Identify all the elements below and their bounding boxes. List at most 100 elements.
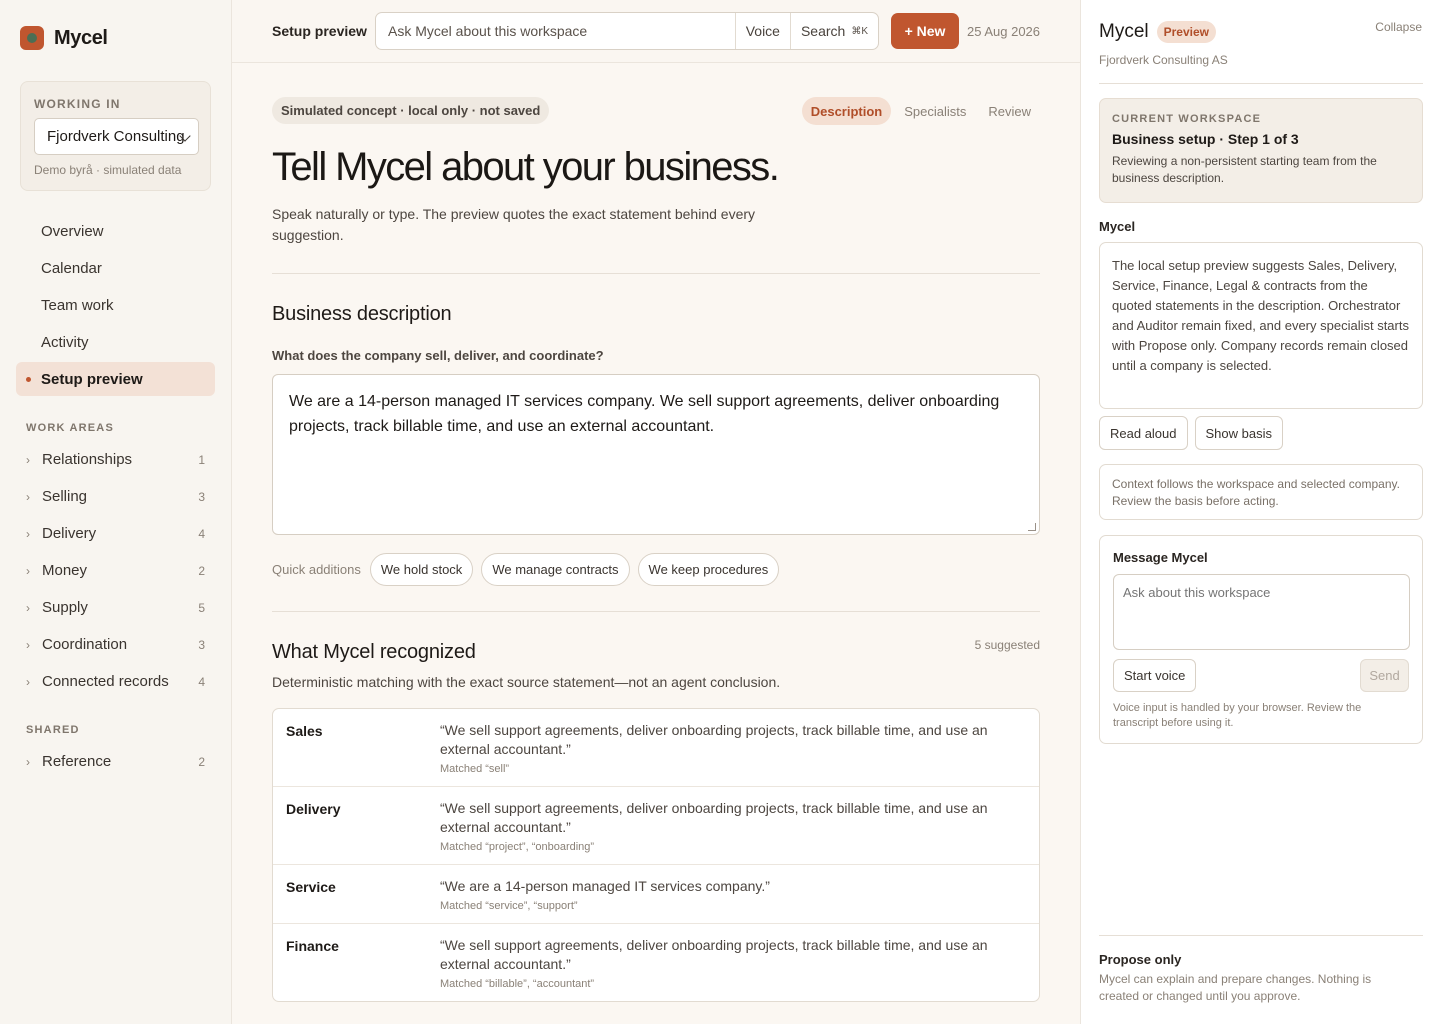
search-button-label: Search [800, 23, 846, 39]
row-match: Matched “billable”, “accountant” [440, 978, 595, 990]
chevron-right-icon: › [26, 490, 30, 504]
search-input[interactable] [376, 13, 735, 49]
nav-item-setup-preview[interactable]: Setup preview [16, 362, 215, 396]
nav-item-team-work[interactable]: Team work [16, 288, 215, 322]
assistant-message: The local setup preview suggests Sales, … [1099, 242, 1423, 409]
tab-description[interactable]: Description [801, 97, 892, 125]
work-area-supply[interactable]: › Supply 5 [16, 589, 215, 626]
business-description-title: Business description [272, 303, 452, 325]
nav-item-calendar[interactable]: Calendar [16, 251, 215, 285]
work-area-count: 4 [198, 675, 205, 689]
work-area-label: Money [42, 562, 88, 579]
panel-company: Fjordverk Consulting AS [1099, 53, 1228, 67]
quick-additions: Quick additions We hold stock We manage … [272, 553, 780, 586]
voice-button[interactable]: Voice [734, 13, 790, 49]
chevron-right-icon: › [26, 638, 30, 652]
work-area-money[interactable]: › Money 2 [16, 552, 215, 589]
table-row[interactable]: Finance “We sell support agreements, del… [273, 924, 1039, 1001]
row-quote: “We sell support agreements, deliver onb… [440, 722, 988, 757]
show-basis-button[interactable]: Show basis [1194, 416, 1283, 450]
message-actions: Read aloud Show basis [1099, 416, 1283, 450]
collapse-button[interactable]: Collapse [1375, 20, 1422, 34]
work-area-label: Supply [42, 599, 88, 616]
work-area-count: 3 [198, 490, 205, 504]
work-area-label: Delivery [42, 525, 97, 542]
work-area-connected-records[interactable]: › Connected records 4 [16, 663, 215, 700]
topbar: Setup preview Voice Search ⌘K + New 25 Au… [232, 0, 1080, 63]
tab-specialists[interactable]: Specialists [895, 97, 975, 125]
divider [1099, 83, 1423, 84]
row-specialist: Delivery [286, 801, 341, 817]
row-quote: “We sell support agreements, deliver onb… [440, 800, 988, 835]
brand-name: Mycel [54, 26, 108, 49]
chevron-right-icon: › [26, 564, 30, 578]
work-area-label: Relationships [42, 451, 133, 468]
chevron-right-icon: › [26, 453, 30, 467]
work-area-label: Coordination [42, 636, 128, 653]
main-content: Simulated concept · local only · not sav… [232, 63, 1080, 1024]
work-area-delivery[interactable]: › Delivery 4 [16, 515, 215, 552]
current-workspace-card: CURRENT WORKSPACE Business setup · Step … [1099, 98, 1423, 203]
propose-only-title: Propose only [1099, 952, 1182, 967]
panel-title-text: Mycel [1099, 21, 1149, 42]
workspace-text: Reviewing a non-persistent starting team… [1112, 154, 1377, 185]
step-tabs: Description Specialists Review [801, 97, 1040, 125]
work-area-count: 4 [198, 527, 205, 541]
main-heading: Tell Mycel about your business. [272, 145, 780, 189]
voice-note: Voice input is handled by your browser. … [1113, 702, 1362, 729]
preview-badge: Preview [1156, 21, 1216, 43]
row-match: Matched “sell” [440, 763, 510, 775]
brand[interactable]: Mycel [20, 26, 108, 50]
simulated-pill: Simulated concept · local only · not sav… [272, 97, 550, 124]
work-areas-list: › Relationships 1 › Selling 3 › Delivery 4 › Mo… [16, 441, 215, 700]
resize-handle-icon[interactable] [1028, 523, 1036, 531]
new-button[interactable]: + New [891, 13, 959, 49]
assistant-panel: Mycel Preview Collapse Fjordverk Consult… [1080, 0, 1440, 1024]
work-area-count: 5 [198, 601, 205, 615]
chip-keep-procedures[interactable]: We keep procedures [637, 553, 780, 586]
row-quote: “We sell support agreements, deliver onb… [440, 937, 988, 972]
chip-hold-stock[interactable]: We hold stock [369, 553, 474, 586]
divider [272, 273, 1040, 274]
working-in-label: WORKING IN [34, 97, 121, 111]
table-row[interactable]: Service “We are a 14-person managed IT s… [273, 865, 1039, 924]
chevron-right-icon: › [26, 601, 30, 615]
work-area-count: 2 [198, 564, 205, 578]
nav-item-activity[interactable]: Activity [16, 325, 215, 359]
tab-review[interactable]: Review [979, 97, 1040, 125]
description-question: What does the company sell, deliver, and… [272, 348, 604, 363]
search-shortcut: ⌘K [851, 25, 868, 37]
row-specialist: Sales [286, 723, 323, 739]
chevron-right-icon: › [26, 527, 30, 541]
nav-item-overview[interactable]: Overview [16, 214, 215, 248]
search-button[interactable]: Search ⌘K [789, 13, 878, 49]
business-description-textarea[interactable]: We are a 14-person managed IT services c… [272, 374, 1040, 535]
company-select[interactable]: Fjordverk Consulting [34, 118, 199, 155]
quick-additions-label: Quick additions [272, 562, 361, 577]
row-match: Matched “project”, “onboarding” [440, 841, 595, 853]
table-row[interactable]: Delivery “We sell support agreements, de… [273, 787, 1039, 865]
context-note: Context follows the workspace and select… [1099, 464, 1423, 520]
send-button[interactable]: Send [1360, 659, 1409, 692]
read-aloud-button[interactable]: Read aloud [1099, 416, 1188, 450]
chip-manage-contracts[interactable]: We manage contracts [481, 553, 630, 586]
recognized-table: Sales “We sell support agreements, deliv… [272, 708, 1040, 1002]
start-voice-button[interactable]: Start voice [1113, 659, 1197, 692]
message-input[interactable] [1113, 574, 1410, 650]
assistant-label: Mycel [1099, 219, 1136, 234]
shared-item-reference[interactable]: › Reference 2 [16, 743, 215, 780]
suggested-count: 5 suggested [974, 638, 1040, 652]
work-area-selling[interactable]: › Selling 3 [16, 478, 215, 515]
chevron-right-icon: › [26, 675, 30, 689]
work-area-coordination[interactable]: › Coordination 3 [16, 626, 215, 663]
divider [272, 611, 1040, 612]
row-match: Matched “service”, “support” [440, 900, 578, 912]
work-area-relationships[interactable]: › Relationships 1 [16, 441, 215, 478]
table-row[interactable]: Sales “We sell support agreements, deliv… [273, 709, 1039, 787]
workspace-label: CURRENT WORKSPACE [1112, 113, 1262, 125]
workspace-title: Business setup · Step 1 of 3 [1112, 131, 1299, 147]
work-area-count: 1 [198, 453, 205, 467]
mycel-logo-icon [20, 26, 44, 50]
compose-card: Message Mycel Start voice Send Voice inp… [1099, 535, 1423, 744]
app-root: Mycel WORKING IN Fjordverk Consulting De… [0, 0, 1440, 1024]
